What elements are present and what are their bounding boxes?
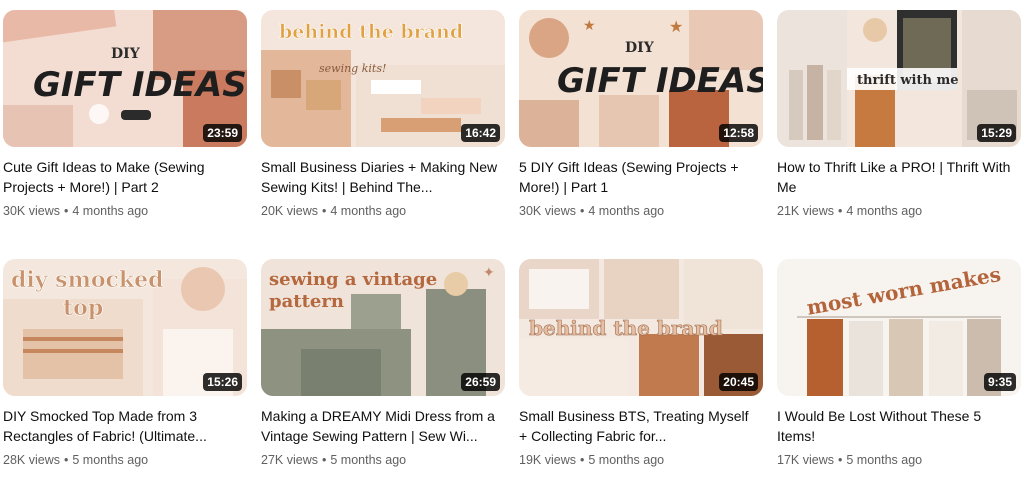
video-card[interactable]: thrift with me 15:29 How to Thrift Like … [777, 10, 1021, 235]
video-card[interactable]: behind the brand sewing kits! 16:42 Smal… [261, 10, 505, 235]
view-count: 28K views [3, 453, 60, 467]
svg-text:★: ★ [583, 17, 596, 33]
upload-age: 4 months ago [72, 204, 149, 218]
upload-age: 4 months ago [330, 204, 407, 218]
duration-badge: 26:59 [461, 373, 500, 391]
video-meta: 19K views • 5 months ago [519, 451, 664, 469]
video-thumbnail[interactable]: ✦ sewing a vintage pattern 26:59 [261, 259, 505, 396]
thumbnail-overlay-text: DIY [111, 46, 141, 62]
video-title[interactable]: DIY Smocked Top Made from 3 Rectangles o… [3, 406, 243, 446]
view-count: 27K views [261, 453, 318, 467]
thumbnail-overlay-text: pattern [269, 291, 344, 312]
video-grid: DIY GIFT IDEAS 23:59 Cute Gift Ideas to … [3, 10, 1021, 475]
duration-badge: 15:29 [977, 124, 1016, 142]
view-count: 30K views [3, 204, 60, 218]
video-meta: 28K views • 5 months ago [3, 451, 148, 469]
video-title[interactable]: Small Business Diaries + Making New Sewi… [261, 157, 501, 197]
thumbnail-overlay-text: GIFT IDEAS [557, 61, 763, 101]
video-card[interactable]: DIY GIFT IDEAS 23:59 Cute Gift Ideas to … [3, 10, 247, 235]
duration-badge: 15:26 [203, 373, 242, 391]
video-card[interactable]: ✦ sewing a vintage pattern 26:59 Making … [261, 259, 505, 484]
video-meta: 27K views • 5 months ago [261, 451, 406, 469]
video-card[interactable]: most worn makes 9:35 I Would Be Lost Wit… [777, 259, 1021, 484]
upload-age: 5 months ago [846, 453, 923, 467]
separator-dot: • [579, 453, 585, 467]
video-thumbnail[interactable]: behind the brand sewing kits! 16:42 [261, 10, 505, 147]
thumbnail-overlay-text: top [63, 295, 103, 321]
duration-badge: 23:59 [203, 124, 242, 142]
svg-text:★: ★ [669, 19, 683, 36]
video-meta: 30K views • 4 months ago [3, 202, 148, 220]
video-title[interactable]: Making a DREAMY Midi Dress from a Vintag… [261, 406, 501, 446]
upload-age: 5 months ago [588, 453, 665, 467]
duration-badge: 16:42 [461, 124, 500, 142]
video-card[interactable]: ★ ★ DIY GIFT IDEAS 12:58 5 DIY Gift Idea… [519, 10, 763, 235]
separator-dot: • [321, 204, 327, 218]
video-meta: 30K views • 4 months ago [519, 202, 664, 220]
separator-dot: • [837, 204, 843, 218]
video-title[interactable]: Cute Gift Ideas to Make (Sewing Projects… [3, 157, 243, 197]
video-card[interactable]: behind the brand 20:45 Small Business BT… [519, 259, 763, 484]
separator-dot: • [579, 204, 585, 218]
video-thumbnail[interactable]: thrift with me 15:29 [777, 10, 1021, 147]
video-thumbnail[interactable]: behind the brand 20:45 [519, 259, 763, 396]
separator-dot: • [63, 204, 69, 218]
thumbnail-overlay-text: behind the brand [279, 21, 463, 43]
upload-age: 5 months ago [330, 453, 407, 467]
upload-age: 5 months ago [72, 453, 149, 467]
video-card[interactable]: diy smocked top 15:26 DIY Smocked Top Ma… [3, 259, 247, 484]
thumbnail-overlay-text: behind the brand [529, 316, 723, 340]
video-thumbnail[interactable]: ★ ★ DIY GIFT IDEAS 12:58 [519, 10, 763, 147]
duration-badge: 12:58 [719, 124, 758, 142]
view-count: 19K views [519, 453, 576, 467]
duration-badge: 9:35 [983, 373, 1016, 391]
video-thumbnail[interactable]: DIY GIFT IDEAS 23:59 [3, 10, 247, 147]
thumbnail-overlay-text: GIFT IDEAS [33, 65, 247, 105]
thumbnail-overlay-text: sewing a vintage [269, 269, 437, 290]
thumbnail-overlay-text: sewing kits! [319, 62, 386, 75]
separator-dot: • [321, 453, 327, 467]
video-meta: 21K views • 4 months ago [777, 202, 922, 220]
video-title[interactable]: How to Thrift Like a PRO! | Thrift With … [777, 157, 1017, 197]
video-title[interactable]: I Would Be Lost Without These 5 Items! [777, 406, 1017, 446]
video-meta: 17K views • 5 months ago [777, 451, 922, 469]
separator-dot: • [837, 453, 843, 467]
separator-dot: • [63, 453, 69, 467]
upload-age: 4 months ago [846, 204, 923, 218]
svg-text:✦: ✦ [483, 264, 495, 280]
view-count: 20K views [261, 204, 318, 218]
upload-age: 4 months ago [588, 204, 665, 218]
view-count: 17K views [777, 453, 834, 467]
duration-badge: 20:45 [719, 373, 758, 391]
view-count: 21K views [777, 204, 834, 218]
thumbnail-overlay-text: thrift with me [857, 73, 959, 88]
video-title[interactable]: Small Business BTS, Treating Myself + Co… [519, 406, 759, 446]
view-count: 30K views [519, 204, 576, 218]
video-thumbnail[interactable]: diy smocked top 15:26 [3, 259, 247, 396]
thumbnail-overlay-text: DIY [625, 40, 655, 56]
video-title[interactable]: 5 DIY Gift Ideas (Sewing Projects + More… [519, 157, 759, 197]
video-thumbnail[interactable]: most worn makes 9:35 [777, 259, 1021, 396]
thumbnail-overlay-text: diy smocked [11, 267, 164, 293]
video-meta: 20K views • 4 months ago [261, 202, 406, 220]
